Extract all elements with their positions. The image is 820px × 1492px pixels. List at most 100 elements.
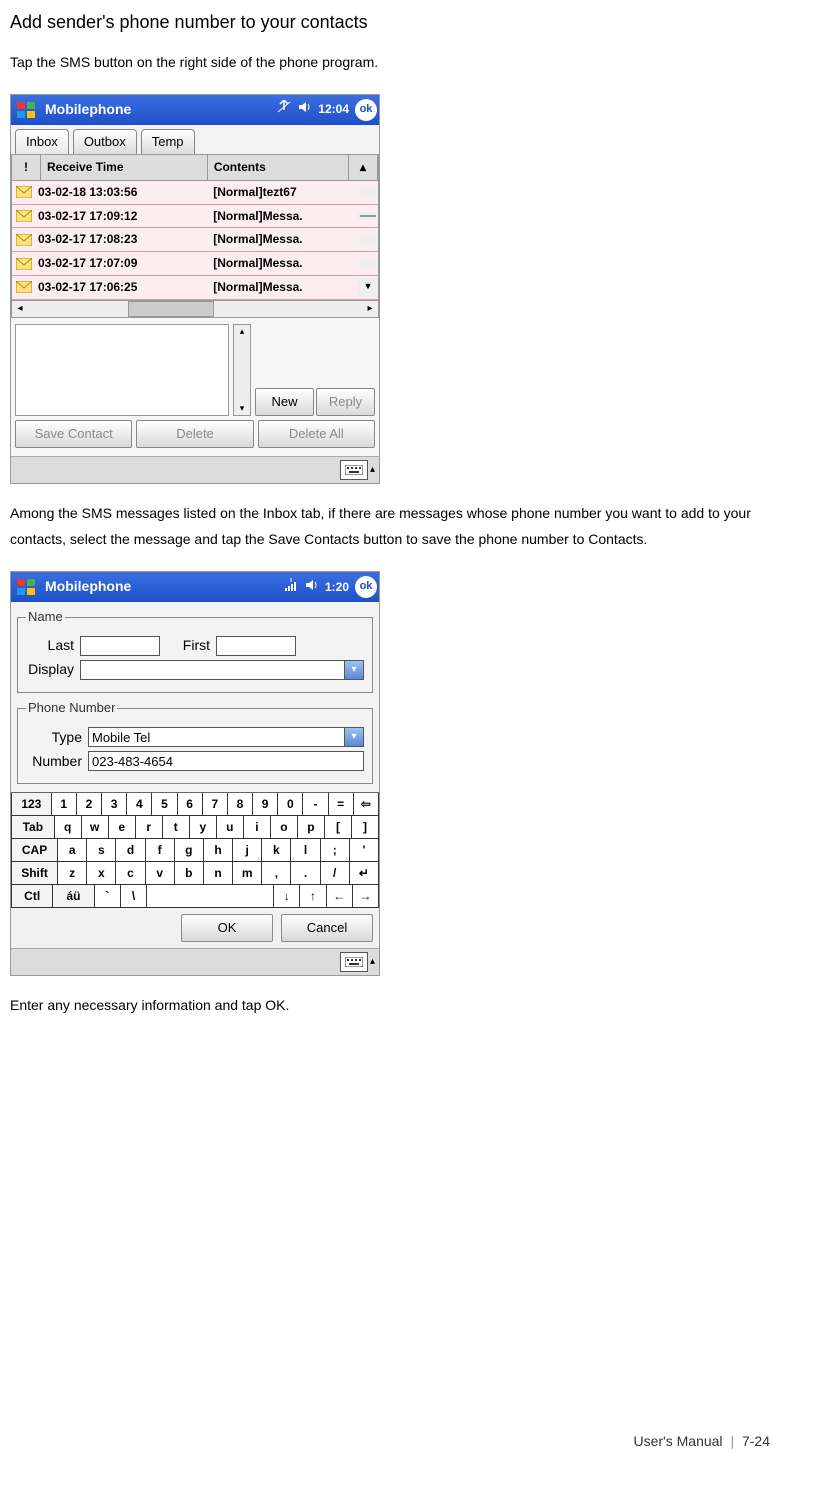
save-contact-button[interactable]: Save Contact bbox=[15, 420, 132, 448]
col-priority[interactable]: ! bbox=[12, 155, 41, 180]
key[interactable] bbox=[147, 885, 274, 908]
key[interactable]: ↓ bbox=[274, 885, 300, 908]
ok-button[interactable]: ok bbox=[355, 99, 377, 121]
table-row[interactable]: 03-02-17 17:09:12[Normal]Messa. bbox=[12, 205, 378, 229]
key[interactable]: 2 bbox=[77, 793, 102, 816]
scroll-track[interactable]: ▾ bbox=[358, 277, 378, 297]
key[interactable]: 4 bbox=[127, 793, 152, 816]
key[interactable]: ; bbox=[321, 839, 350, 862]
key[interactable]: Shift bbox=[11, 862, 58, 885]
table-row[interactable]: 03-02-18 13:03:56[Normal]tezt67 bbox=[12, 181, 378, 205]
key[interactable]: m bbox=[233, 862, 262, 885]
ok-dialog-button[interactable]: OK bbox=[181, 914, 273, 942]
key[interactable]: y bbox=[190, 816, 217, 839]
tab-temp[interactable]: Temp bbox=[141, 129, 195, 154]
tab-inbox[interactable]: Inbox bbox=[15, 129, 69, 154]
table-row[interactable]: 03-02-17 17:07:09[Normal]Messa. bbox=[12, 252, 378, 276]
horizontal-scrollbar[interactable]: ◂ ▸ bbox=[11, 300, 379, 318]
keyboard-toggle-icon[interactable] bbox=[340, 460, 368, 480]
onscreen-keyboard[interactable]: 1231234567890-=⇦Tabqwertyuiop[]CAPasdfgh… bbox=[11, 792, 379, 908]
key[interactable]: o bbox=[271, 816, 298, 839]
key[interactable]: 123 bbox=[11, 793, 52, 816]
key[interactable]: 6 bbox=[178, 793, 203, 816]
scroll-track[interactable] bbox=[358, 261, 378, 267]
key[interactable]: a bbox=[58, 839, 87, 862]
key[interactable]: q bbox=[55, 816, 82, 839]
key[interactable]: b bbox=[175, 862, 204, 885]
key[interactable]: ↑ bbox=[300, 885, 326, 908]
key[interactable]: \ bbox=[121, 885, 147, 908]
key[interactable]: i bbox=[244, 816, 271, 839]
key[interactable]: f bbox=[146, 839, 175, 862]
scroll-thumb[interactable] bbox=[128, 301, 214, 317]
cancel-dialog-button[interactable]: Cancel bbox=[281, 914, 373, 942]
scroll-up[interactable]: ▴ bbox=[349, 155, 378, 180]
last-name-field[interactable] bbox=[80, 636, 160, 656]
key[interactable]: h bbox=[204, 839, 233, 862]
key[interactable]: 7 bbox=[203, 793, 228, 816]
key[interactable]: 8 bbox=[228, 793, 253, 816]
key[interactable]: c bbox=[116, 862, 145, 885]
table-row[interactable]: 03-02-17 17:08:23[Normal]Messa. bbox=[12, 228, 378, 252]
key[interactable]: áü bbox=[53, 885, 94, 908]
key[interactable]: e bbox=[109, 816, 136, 839]
key[interactable]: = bbox=[329, 793, 354, 816]
scroll-right[interactable]: ▸ bbox=[362, 302, 378, 316]
key[interactable]: u bbox=[217, 816, 244, 839]
key[interactable]: g bbox=[175, 839, 204, 862]
key[interactable]: ` bbox=[95, 885, 121, 908]
key[interactable]: r bbox=[136, 816, 163, 839]
key[interactable]: p bbox=[298, 816, 325, 839]
key[interactable]: 5 bbox=[152, 793, 177, 816]
key[interactable]: 1 bbox=[52, 793, 77, 816]
key[interactable]: 3 bbox=[102, 793, 127, 816]
key[interactable]: ↵ bbox=[350, 862, 379, 885]
key[interactable]: [ bbox=[325, 816, 352, 839]
delete-button[interactable]: Delete bbox=[136, 420, 253, 448]
tab-outbox[interactable]: Outbox bbox=[73, 129, 137, 154]
menu-up-icon[interactable]: ▴ bbox=[370, 955, 375, 969]
scroll-track[interactable] bbox=[358, 237, 378, 243]
number-field[interactable] bbox=[88, 751, 364, 771]
ok-button[interactable]: ok bbox=[355, 576, 377, 598]
key[interactable]: l bbox=[291, 839, 320, 862]
key[interactable]: ' bbox=[350, 839, 379, 862]
key[interactable]: 9 bbox=[253, 793, 278, 816]
key[interactable]: n bbox=[204, 862, 233, 885]
col-receive-time[interactable]: Receive Time bbox=[41, 155, 208, 180]
key[interactable]: ← bbox=[327, 885, 353, 908]
key[interactable]: j bbox=[233, 839, 262, 862]
display-dropdown-icon[interactable]: ▾ bbox=[344, 660, 364, 680]
new-button[interactable]: New bbox=[255, 388, 314, 416]
preview-scrollbar[interactable]: ▴▾ bbox=[233, 324, 251, 416]
display-field[interactable] bbox=[80, 660, 344, 680]
key[interactable]: - bbox=[303, 793, 328, 816]
key[interactable]: / bbox=[321, 862, 350, 885]
key[interactable]: . bbox=[291, 862, 320, 885]
key[interactable]: ⇦ bbox=[354, 793, 379, 816]
first-name-field[interactable] bbox=[216, 636, 296, 656]
scroll-track[interactable] bbox=[358, 189, 378, 195]
menu-up-icon[interactable]: ▴ bbox=[370, 463, 375, 477]
key[interactable]: d bbox=[116, 839, 145, 862]
key[interactable]: w bbox=[82, 816, 109, 839]
key[interactable]: , bbox=[262, 862, 291, 885]
key[interactable]: CAP bbox=[11, 839, 58, 862]
key[interactable]: x bbox=[87, 862, 116, 885]
key[interactable]: k bbox=[262, 839, 291, 862]
scroll-track[interactable] bbox=[358, 212, 378, 220]
type-field[interactable] bbox=[88, 727, 344, 747]
key[interactable]: Tab bbox=[11, 816, 55, 839]
key[interactable]: → bbox=[353, 885, 379, 908]
start-flag-icon[interactable] bbox=[13, 575, 39, 599]
col-contents[interactable]: Contents bbox=[208, 155, 349, 180]
type-dropdown-icon[interactable]: ▾ bbox=[344, 727, 364, 747]
key[interactable]: z bbox=[58, 862, 87, 885]
table-row[interactable]: 03-02-17 17:06:25[Normal]Messa.▾ bbox=[12, 276, 378, 300]
scroll-left[interactable]: ◂ bbox=[12, 302, 28, 316]
key[interactable]: ] bbox=[352, 816, 379, 839]
key[interactable]: t bbox=[163, 816, 190, 839]
key[interactable]: Ctl bbox=[11, 885, 53, 908]
key[interactable]: v bbox=[146, 862, 175, 885]
key[interactable]: s bbox=[87, 839, 116, 862]
